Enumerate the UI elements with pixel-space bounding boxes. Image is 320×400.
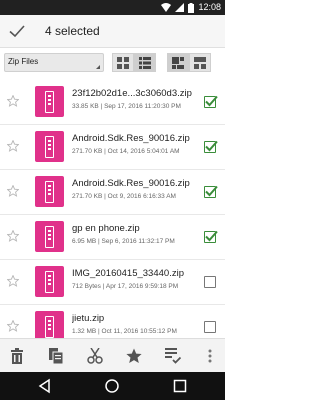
file-type-filter[interactable]: Zip Files — [4, 53, 104, 72]
recents-icon[interactable] — [172, 378, 188, 394]
signal-icon — [175, 3, 185, 12]
bottom-action-bar — [0, 338, 225, 372]
delete-button[interactable] — [2, 339, 31, 373]
file-toolbar: Zip Files — [0, 48, 225, 78]
file-type-filter-label: Zip Files — [8, 57, 39, 66]
done-check-icon[interactable] — [8, 22, 26, 40]
file-size: 271.70 KB — [72, 148, 103, 155]
file-meta: 1.32 MB | Oct 11, 2016 10:55:12 PM — [72, 328, 177, 335]
file-select-checkbox[interactable] — [204, 95, 218, 108]
checkbox-check-icon — [205, 95, 218, 107]
file-select-checkbox[interactable] — [204, 185, 218, 198]
file-name: Android.Sdk.Res_90016.zip — [72, 133, 190, 144]
favorite-star-icon[interactable] — [7, 185, 19, 197]
list-view-icon — [139, 56, 151, 69]
zip-file-icon — [35, 311, 64, 338]
zip-file-icon — [35, 266, 64, 297]
select-all-button[interactable] — [159, 339, 188, 373]
wifi-icon — [161, 3, 172, 12]
star-icon — [126, 348, 142, 363]
zipper-icon — [45, 226, 54, 248]
file-size: 33.85 KB — [72, 103, 99, 110]
file-row[interactable]: jietu.zip 1.32 MB | Oct 11, 2016 10:55:12… — [0, 305, 225, 338]
favorite-star-icon[interactable] — [7, 275, 19, 287]
file-row[interactable]: gp en phone.zip 6.95 MB | Sep 6, 2016 11:… — [0, 215, 225, 260]
favorite-star-icon[interactable] — [7, 230, 19, 242]
favorite-star-icon[interactable] — [7, 95, 19, 107]
file-date: Sep 17, 2016 11:20:30 PM — [104, 103, 181, 110]
checkbox-check-icon — [205, 185, 218, 197]
selection-action-bar: 4 selected — [0, 15, 225, 48]
more-vert-icon — [208, 349, 212, 362]
zipper-icon — [45, 316, 54, 338]
file-date: Sep 6, 2016 11:32:17 PM — [101, 238, 175, 245]
grid-view-button[interactable] — [112, 53, 134, 72]
zipper-icon — [45, 271, 54, 293]
file-list: 23f12b02d1e...3c3060d3.zip 33.85 KB | Sep… — [0, 80, 225, 338]
zip-file-icon — [35, 221, 64, 252]
file-date: Oct 9, 2016 6:16:33 AM — [107, 193, 176, 200]
file-name: 23f12b02d1e...3c3060d3.zip — [72, 88, 192, 99]
file-meta: 271.70 KB | Oct 14, 2016 5:04:01 AM — [72, 148, 180, 155]
favorite-star-icon[interactable] — [7, 320, 19, 332]
more-options-button[interactable] — [196, 339, 225, 373]
file-name: IMG_20160415_33440.zip — [72, 268, 184, 279]
layout-option-1-button[interactable] — [167, 53, 189, 72]
cut-button[interactable] — [80, 339, 109, 373]
file-size: 1.32 MB — [72, 328, 97, 335]
file-meta: 6.95 MB | Sep 6, 2016 11:32:17 PM — [72, 238, 175, 245]
file-select-checkbox[interactable] — [204, 230, 218, 243]
favorite-button[interactable] — [120, 339, 149, 373]
file-date: Apr 17, 2016 9:59:18 PM — [105, 283, 179, 290]
file-name: gp en phone.zip — [72, 223, 140, 234]
zip-file-icon — [35, 86, 64, 117]
cut-icon — [87, 347, 103, 364]
zipper-icon — [45, 91, 54, 113]
file-row[interactable]: IMG_20160415_33440.zip 712 Bytes | Apr 17… — [0, 260, 225, 305]
file-row[interactable]: Android.Sdk.Res_90016.zip 271.70 KB | Oct… — [0, 170, 225, 215]
selected-count: 4 selected — [45, 24, 100, 38]
view-mode-group — [112, 53, 156, 72]
file-meta: 712 Bytes | Apr 17, 2016 9:59:18 PM — [72, 283, 179, 290]
file-select-checkbox[interactable] — [204, 276, 216, 288]
layout-option-2-icon — [194, 56, 206, 69]
battery-icon — [188, 2, 195, 13]
file-name: Android.Sdk.Res_90016.zip — [72, 178, 190, 189]
file-size: 271.70 KB — [72, 193, 103, 200]
system-nav-bar — [0, 372, 225, 400]
zipper-icon — [45, 136, 54, 158]
layout-option-1-icon — [172, 56, 184, 69]
file-select-checkbox[interactable] — [204, 321, 216, 333]
copy-icon — [48, 347, 63, 364]
file-date: Oct 11, 2016 10:55:12 PM — [101, 328, 177, 335]
copy-button[interactable] — [41, 339, 70, 373]
file-meta: 271.70 KB | Oct 9, 2016 6:16:33 AM — [72, 193, 176, 200]
zip-file-icon — [35, 131, 64, 162]
file-meta: 33.85 KB | Sep 17, 2016 11:20:30 PM — [72, 103, 181, 110]
list-view-button[interactable] — [134, 53, 156, 72]
file-name: jietu.zip — [72, 313, 105, 324]
file-date: Oct 14, 2016 5:04:01 AM — [107, 148, 180, 155]
file-row[interactable]: 23f12b02d1e...3c3060d3.zip 33.85 KB | Sep… — [0, 80, 225, 125]
file-size: 712 Bytes — [72, 283, 101, 290]
file-select-checkbox[interactable] — [204, 140, 218, 153]
zipper-icon — [45, 181, 54, 203]
file-row[interactable]: Android.Sdk.Res_90016.zip 271.70 KB | Oct… — [0, 125, 225, 170]
home-icon[interactable] — [104, 378, 120, 394]
dropdown-caret-icon — [96, 65, 100, 69]
back-icon[interactable] — [37, 378, 53, 394]
favorite-star-icon[interactable] — [7, 140, 19, 152]
clock: 12:08 — [198, 2, 221, 12]
layout-toggle-group — [167, 53, 213, 72]
grid-view-icon — [117, 56, 129, 69]
zip-file-icon — [35, 176, 64, 207]
trash-icon — [10, 347, 23, 364]
layout-option-2-button[interactable] — [189, 53, 211, 72]
file-size: 6.95 MB — [72, 238, 97, 245]
checkbox-check-icon — [205, 230, 218, 242]
select-all-icon — [165, 347, 182, 364]
checkbox-check-icon — [205, 140, 218, 152]
status-bar: 12:08 — [0, 0, 225, 15]
status-icons: 12:08 — [161, 1, 221, 14]
